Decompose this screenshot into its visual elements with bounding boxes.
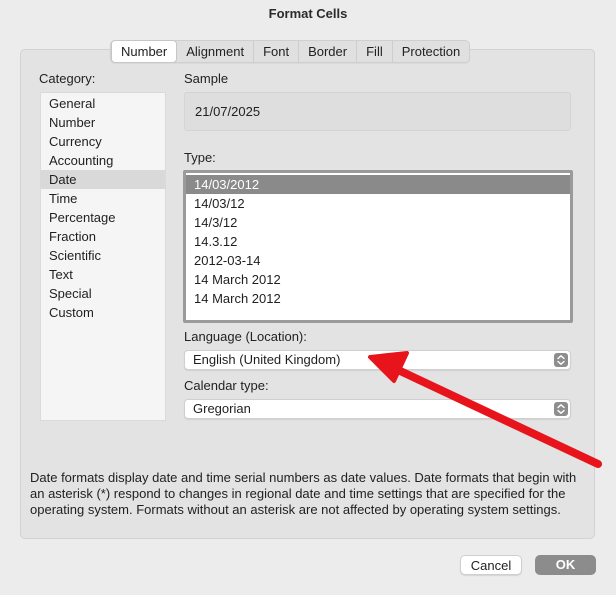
category-item-general[interactable]: General — [41, 94, 165, 113]
type-item[interactable]: 14/03/2012 — [186, 175, 570, 194]
category-item-special[interactable]: Special — [41, 284, 165, 303]
ok-button[interactable]: OK — [535, 555, 596, 575]
type-item[interactable]: 14/3/12 — [186, 213, 570, 232]
category-item-custom[interactable]: Custom — [41, 303, 165, 322]
type-item[interactable]: 14 March 2012 — [186, 270, 570, 289]
category-item-time[interactable]: Time — [41, 189, 165, 208]
category-list[interactable]: General Number Currency Accounting Date … — [40, 92, 166, 421]
language-label: Language (Location): — [184, 329, 307, 344]
category-item-number[interactable]: Number — [41, 113, 165, 132]
tab-font[interactable]: Font — [254, 41, 300, 62]
type-item[interactable]: 2012-03-14 — [186, 251, 570, 270]
format-description: Date formats display date and time seria… — [30, 470, 577, 517]
up-down-chevron-icon — [554, 353, 568, 367]
language-select[interactable]: English (United Kingdom) — [184, 350, 571, 370]
type-list[interactable]: 14/03/2012 14/03/12 14/3/12 14.3.12 2012… — [183, 170, 573, 323]
tab-border[interactable]: Border — [299, 41, 358, 62]
window-title: Format Cells — [268, 6, 348, 21]
type-item[interactable]: 14 March 2012 — [186, 289, 570, 308]
calendar-value: Gregorian — [193, 401, 251, 416]
tab-fill[interactable]: Fill — [357, 41, 393, 62]
category-item-percentage[interactable]: Percentage — [41, 208, 165, 227]
category-item-text[interactable]: Text — [41, 265, 165, 284]
category-item-accounting[interactable]: Accounting — [41, 151, 165, 170]
up-down-chevron-icon — [554, 402, 568, 416]
language-value: English (United Kingdom) — [193, 352, 341, 367]
category-label: Category: — [39, 71, 96, 86]
type-label: Type: — [184, 150, 216, 165]
category-item-fraction[interactable]: Fraction — [41, 227, 165, 246]
tab-bar: Number Alignment Font Border Fill Protec… — [110, 40, 471, 63]
cancel-button[interactable]: Cancel — [460, 555, 522, 575]
category-item-currency[interactable]: Currency — [41, 132, 165, 151]
type-item[interactable]: 14/03/12 — [186, 194, 570, 213]
type-item[interactable]: 14.3.12 — [186, 232, 570, 251]
sample-label: Sample — [184, 71, 229, 86]
tab-protection[interactable]: Protection — [393, 41, 470, 62]
sample-value: 21/07/2025 — [184, 92, 571, 131]
tab-alignment[interactable]: Alignment — [177, 41, 255, 62]
calendar-select[interactable]: Gregorian — [184, 399, 571, 419]
tab-number[interactable]: Number — [111, 40, 178, 63]
category-item-scientific[interactable]: Scientific — [41, 246, 165, 265]
calendar-label: Calendar type: — [184, 378, 269, 393]
category-item-date[interactable]: Date — [41, 170, 165, 189]
